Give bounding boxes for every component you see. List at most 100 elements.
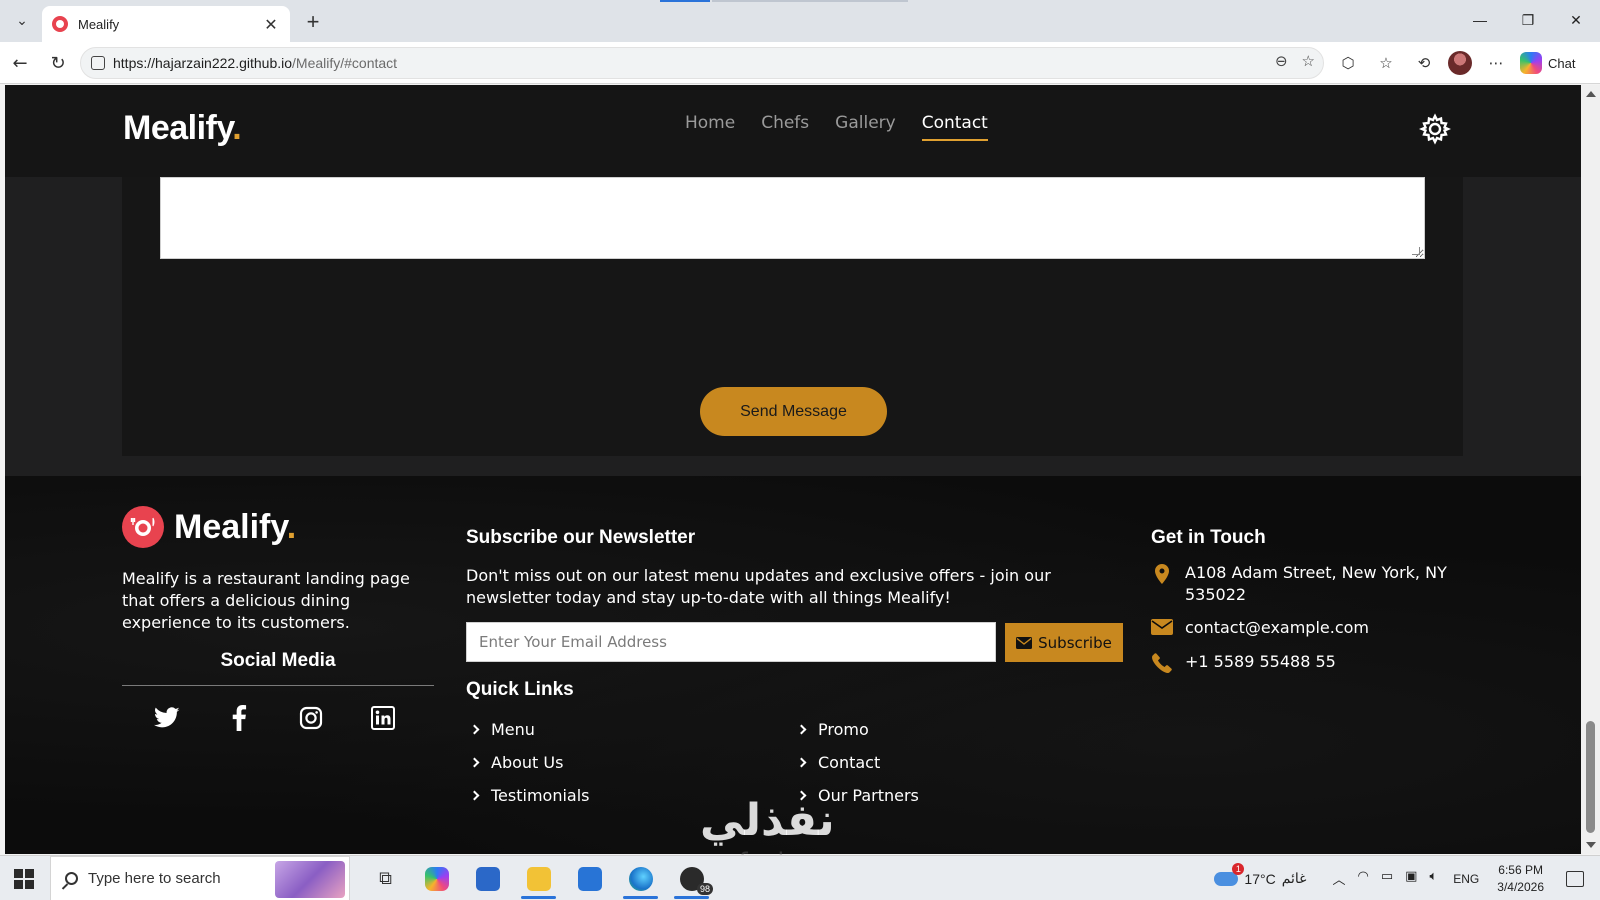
newsletter-text: Don't miss out on our latest menu update… xyxy=(466,566,1051,607)
more-options-icon[interactable]: ⋯ xyxy=(1482,49,1510,77)
search-highlight-image xyxy=(275,861,345,898)
newsletter-title: Subscribe our Newsletter xyxy=(466,527,696,548)
tab-list-chevron-icon[interactable]: ⌄ xyxy=(8,7,36,35)
textarea-resize-handle[interactable] xyxy=(1412,247,1420,255)
phone-icon xyxy=(1151,651,1173,673)
quick-links-title: Quick Links xyxy=(466,679,574,700)
copilot-chat-button[interactable]: Chat xyxy=(1520,52,1575,74)
scroll-down-arrow-icon[interactable] xyxy=(1586,842,1596,848)
show-hidden-icons-chevron-icon[interactable]: ︿ xyxy=(1333,869,1346,888)
restore-button[interactable]: ❐ xyxy=(1504,0,1552,40)
favorites-icon[interactable]: ☆ xyxy=(1372,49,1400,77)
wifi-icon[interactable]: ◠ xyxy=(1358,869,1369,888)
tray-icons: ︿ ◠ ▭ ▣ 🔈︎ xyxy=(1333,869,1438,888)
clock-date: 3/4/2026 xyxy=(1497,879,1544,894)
browser-tab[interactable]: Mealify ✕ xyxy=(42,6,290,42)
page-scrollbar[interactable] xyxy=(1581,85,1600,854)
taskbar-search-placeholder: Type here to search xyxy=(88,870,221,887)
nav-contact[interactable]: Contact xyxy=(921,113,988,141)
site-logo[interactable]: Mealify. xyxy=(123,109,242,148)
page-viewport: Mealify. Home Chefs Gallery Contact Send… xyxy=(5,85,1581,854)
envelope-icon xyxy=(1016,636,1033,649)
get-in-touch-title: Get in Touch xyxy=(1151,527,1266,548)
footer-description: Mealify is a restaurant landing page tha… xyxy=(122,569,410,632)
profile-avatar[interactable] xyxy=(1448,51,1472,75)
taskbar-apps: ⧉ 98 xyxy=(360,856,717,900)
edge-browser-icon[interactable] xyxy=(615,856,666,900)
battery-icon[interactable]: ▭ xyxy=(1381,869,1393,888)
quick-link-testimonials[interactable]: Testimonials xyxy=(469,779,590,812)
copilot-taskbar-icon[interactable] xyxy=(411,856,462,900)
input-language[interactable]: ENG xyxy=(1453,872,1479,886)
taskbar-search[interactable]: Type here to search xyxy=(50,856,350,900)
instagram-icon[interactable] xyxy=(297,704,324,731)
quick-link-about-us[interactable]: About Us xyxy=(469,746,590,779)
send-message-button[interactable]: Send Message xyxy=(700,387,887,436)
close-window-button[interactable]: ✕ xyxy=(1552,0,1600,40)
social-media-title: Social Media xyxy=(220,650,336,671)
url-path: /Mealify/#contact xyxy=(292,55,398,71)
url-field[interactable]: https://hajarzain222.github.io/Mealify/#… xyxy=(80,47,1324,79)
message-textarea[interactable] xyxy=(160,177,1425,259)
contact-email[interactable]: contact@example.com xyxy=(1151,617,1369,639)
browser-tab-bar: ⌄ Mealify ✕ + — ❐ ✕ xyxy=(0,0,1600,42)
tab-close-icon[interactable]: ✕ xyxy=(262,15,280,34)
chevron-right-icon xyxy=(796,757,807,768)
whatsapp-badge: 98 xyxy=(696,883,713,895)
taskbar-clock[interactable]: 6:56 PM 3/4/2026 xyxy=(1497,862,1544,896)
new-tab-button[interactable]: + xyxy=(300,9,326,35)
reload-icon[interactable]: ↻ xyxy=(44,49,72,77)
nav-chefs[interactable]: Chefs xyxy=(761,113,809,141)
volume-icon[interactable]: 🔈︎ xyxy=(1429,869,1437,888)
extensions-icon[interactable]: ⬡ xyxy=(1334,49,1362,77)
chevron-right-icon xyxy=(469,724,480,735)
twitter-icon[interactable] xyxy=(153,704,180,731)
history-icon[interactable]: ⟲ xyxy=(1410,49,1438,77)
notification-center-icon[interactable] xyxy=(1566,870,1584,887)
quick-link-promo[interactable]: Promo xyxy=(796,713,919,746)
chevron-right-icon xyxy=(469,757,480,768)
chat-label: Chat xyxy=(1548,55,1576,71)
file-explorer-icon[interactable] xyxy=(513,856,564,900)
footer-brand-name: Mealify. xyxy=(174,507,297,546)
search-icon xyxy=(65,872,78,885)
browser-toolbar: ⬡ ☆ ⟲ ⋯ Chat xyxy=(1334,49,1575,77)
mealify-favicon-icon xyxy=(52,16,68,32)
task-view-icon[interactable]: ⧉ xyxy=(360,856,411,900)
facebook-icon[interactable] xyxy=(225,704,252,731)
dish-logo-icon xyxy=(122,506,164,548)
tab-title: Mealify xyxy=(78,16,120,32)
loading-indicator xyxy=(660,0,710,2)
subscribe-label: Subscribe xyxy=(1038,633,1112,652)
location-pin-icon xyxy=(1151,562,1173,606)
scroll-up-arrow-icon[interactable] xyxy=(1586,91,1596,97)
chevron-right-icon xyxy=(796,724,807,735)
whatsapp-icon[interactable]: 98 xyxy=(666,856,717,900)
minimize-button[interactable]: — xyxy=(1456,0,1504,40)
footer-brand[interactable]: Mealify. xyxy=(122,506,296,548)
scrollbar-thumb[interactable] xyxy=(1586,721,1595,833)
quick-link-contact[interactable]: Contact xyxy=(796,746,919,779)
linkedin-icon[interactable] xyxy=(369,704,396,731)
windows-start-icon[interactable] xyxy=(14,869,34,889)
weather-widget[interactable]: 17°C غائم xyxy=(1214,862,1307,887)
nav-gallery[interactable]: Gallery xyxy=(835,113,896,141)
main-nav: Home Chefs Gallery Contact xyxy=(685,113,988,141)
outlook-icon[interactable] xyxy=(564,856,615,900)
quick-link-menu[interactable]: Menu xyxy=(469,713,590,746)
reader-mode-icon[interactable]: ⊖ xyxy=(1275,52,1288,70)
favorite-star-icon[interactable]: ☆ xyxy=(1302,52,1315,70)
contact-form-card: Send Message xyxy=(122,177,1463,456)
contact-phone[interactable]: +1 5589 55488 55 xyxy=(1151,651,1336,673)
device-icon[interactable]: ▣ xyxy=(1405,869,1417,888)
newsletter-email-input[interactable] xyxy=(466,622,996,662)
watermark-logo: نفذلي xyxy=(700,795,835,846)
back-arrow-icon[interactable]: ← xyxy=(6,49,34,77)
subscribe-button[interactable]: Subscribe xyxy=(1005,623,1123,662)
logo-text: Mealify xyxy=(123,109,233,147)
settings-gear-icon[interactable] xyxy=(1419,113,1451,145)
social-icons xyxy=(153,704,396,731)
nav-home[interactable]: Home xyxy=(685,113,735,141)
site-info-icon[interactable] xyxy=(91,56,105,70)
microsoft-store-icon[interactable] xyxy=(462,856,513,900)
